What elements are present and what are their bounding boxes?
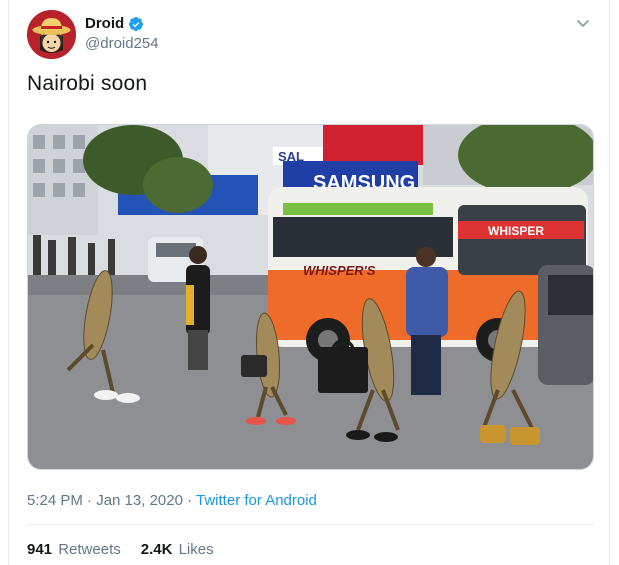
separator: · [187,492,193,509]
retweets-label: Retweets [58,541,121,558]
retweets-count: 941 [27,541,53,558]
name-row: Droid [85,15,159,32]
engagement-stats: 941 Retweets 2.4K Likes [27,541,214,558]
source-link[interactable]: Twitter for Android [196,492,317,509]
likes-stat[interactable]: 2.4K Likes [141,541,214,558]
author-handle[interactable]: @droid254 [85,35,159,52]
verified-badge-icon [128,16,144,32]
tweet-text: Nairobi soon [27,72,148,95]
chevron-down-icon[interactable] [573,14,593,34]
tweet-metadata: 5:24 PM · Jan 13, 2020 · Twitter for And… [27,492,317,509]
author-name[interactable]: Droid [85,15,124,32]
bus-side-sign: WHISPER'S [303,263,376,278]
street-scene-image: SAL SAMSUNG WHISPER WHISPER'S [28,125,593,469]
tweet-card: Droid @droid254 Nairobi soon SAL SAMSUNG… [8,0,610,565]
retweets-stat[interactable]: 941 Retweets [27,541,121,558]
author-info: Droid @droid254 [85,15,159,52]
tweet-photo[interactable]: SAL SAMSUNG WHISPER WHISPER'S [27,124,594,470]
avatar[interactable] [27,10,76,59]
straw-hat-avatar-icon [27,10,76,59]
likes-label: Likes [178,541,214,558]
divider [27,524,594,525]
bus-front-sign: WHISPER [488,224,544,238]
likes-count: 2.4K [140,541,173,558]
timestamp[interactable]: 5:24 PM · Jan 13, 2020 [27,492,183,509]
